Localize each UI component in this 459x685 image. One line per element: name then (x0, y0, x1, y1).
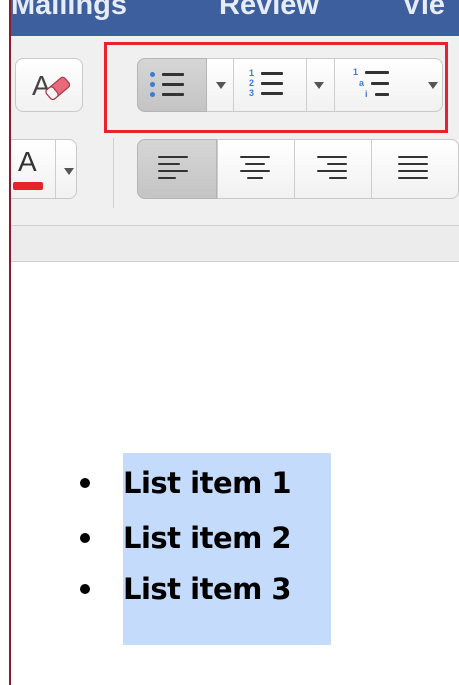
align-right-button[interactable] (295, 140, 371, 198)
font-color-dropdown-icon[interactable] (64, 168, 74, 175)
alignment-button-group (137, 139, 459, 199)
ribbon-lower-strip (11, 226, 459, 262)
ribbon-tab-bar: Mailings Review Vie (11, 0, 459, 36)
list-item-text: List item 2 (123, 521, 292, 555)
bullet-icon (80, 478, 90, 488)
font-color-swatch (13, 182, 43, 190)
justify-icon (398, 156, 432, 184)
justify-button[interactable] (372, 140, 458, 198)
tab-mailings[interactable]: Mailings (11, 0, 127, 22)
align-center-icon (240, 156, 272, 184)
align-left-icon (158, 156, 194, 184)
toolbar-separator (113, 138, 114, 208)
font-color-letter: A (18, 146, 37, 177)
list-buttons-highlight (104, 42, 448, 133)
tab-view[interactable]: Vie (402, 0, 445, 22)
clear-formatting-button[interactable]: A (15, 58, 83, 112)
list-item[interactable]: List item 2 (80, 518, 292, 558)
eraser-letter-a-icon: A (32, 70, 70, 101)
list-item-text: List item 1 (123, 466, 292, 500)
list-item[interactable]: List item 3 (80, 569, 292, 609)
align-right-icon (317, 156, 349, 184)
app-window: Mailings Review Vie A A 1 2 3 1 a i List… (0, 0, 459, 685)
font-color-button[interactable]: A (0, 139, 77, 199)
bullet-icon (80, 584, 90, 594)
list-item[interactable]: List item 1 (80, 463, 292, 503)
tab-review[interactable]: Review (219, 0, 319, 22)
align-center-button[interactable] (218, 140, 294, 198)
list-item-text: List item 3 (123, 572, 292, 606)
window-left-edge (0, 0, 11, 685)
bullet-icon (80, 533, 90, 543)
align-left-button[interactable] (137, 139, 217, 199)
font-color-divider (55, 140, 56, 198)
